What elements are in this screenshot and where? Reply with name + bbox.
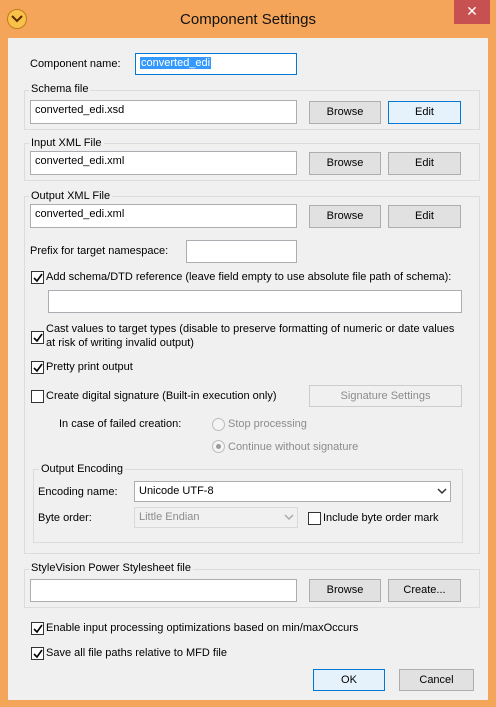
stop-processing-label: Stop processing <box>228 418 307 430</box>
save-relative-label: Save all file paths relative to MFD file <box>46 647 227 659</box>
component-name-input[interactable]: converted_edi <box>135 53 297 75</box>
include-bom-checkbox[interactable] <box>308 512 321 525</box>
prefix-label: Prefix for target namespace: <box>30 245 169 257</box>
output-encoding-label: Output Encoding <box>39 463 125 475</box>
cast-values-label-line1: Cast values to target types (disable to … <box>46 323 455 335</box>
ok-button[interactable]: OK <box>313 669 385 691</box>
cancel-button[interactable]: Cancel <box>399 669 474 691</box>
byte-order-label: Byte order: <box>38 512 92 524</box>
continue-without-signature-label: Continue without signature <box>228 441 359 453</box>
pretty-print-checkbox[interactable] <box>31 361 44 374</box>
encoding-name-label: Encoding name: <box>38 486 118 498</box>
pretty-print-label: Pretty print output <box>46 361 133 373</box>
output-browse-button[interactable]: Browse <box>309 205 381 228</box>
check-icon <box>33 333 43 343</box>
schema-file-label: Schema file <box>29 83 91 95</box>
input-xml-input[interactable]: converted_edi.xml <box>30 151 297 175</box>
component-name-label: Component name: <box>30 58 121 70</box>
close-icon[interactable]: ✕ <box>454 0 490 24</box>
prefix-input[interactable] <box>186 240 297 263</box>
check-icon <box>33 363 43 373</box>
stylevision-browse-button[interactable]: Browse <box>309 579 381 602</box>
add-schema-ref-checkbox[interactable] <box>31 271 44 284</box>
encoding-name-select[interactable]: Unicode UTF-8 <box>134 481 451 502</box>
enable-optimizations-checkbox[interactable] <box>31 622 44 635</box>
enable-optimizations-label: Enable input processing optimizations ba… <box>46 622 359 634</box>
output-edit-button[interactable]: Edit <box>388 205 461 228</box>
schema-file-input[interactable]: converted_edi.xsd <box>30 100 297 124</box>
byte-order-select[interactable]: Little Endian <box>134 507 298 528</box>
encoding-name-value: Unicode UTF-8 <box>139 485 214 497</box>
check-icon <box>33 624 43 634</box>
output-xml-input[interactable]: converted_edi.xml <box>30 204 297 228</box>
digital-signature-checkbox[interactable] <box>31 390 44 403</box>
dialog-title: Component Settings <box>180 11 316 28</box>
stylevision-label: StyleVision Power Stylesheet file <box>29 562 193 574</box>
stylevision-input[interactable] <box>30 579 297 602</box>
input-browse-button[interactable]: Browse <box>309 152 381 175</box>
check-icon <box>33 273 43 283</box>
dialog-window: Component Settings ✕ Component name: con… <box>0 0 496 707</box>
schema-ref-input[interactable] <box>48 290 462 313</box>
cast-values-label-line2: at risk of writing invalid output) <box>46 337 194 349</box>
chevron-down-icon <box>437 488 447 495</box>
signature-settings-button[interactable]: Signature Settings <box>309 385 462 407</box>
save-relative-checkbox[interactable] <box>31 647 44 660</box>
input-edit-button[interactable]: Edit <box>388 152 461 175</box>
schema-edit-button[interactable]: Edit <box>388 101 461 124</box>
component-name-value: converted_edi <box>140 57 212 69</box>
stylevision-create-button[interactable]: Create... <box>388 579 461 602</box>
digital-signature-label: Create digital signature (Built-in execu… <box>46 390 277 402</box>
dialog-body: Component name: converted_edi Schema fil… <box>8 38 488 700</box>
window-edge-right <box>489 38 496 707</box>
include-bom-label: Include byte order mark <box>323 512 439 524</box>
output-xml-label: Output XML File <box>29 190 113 202</box>
cast-values-checkbox[interactable] <box>31 331 44 344</box>
title-bar[interactable]: Component Settings ✕ <box>0 0 496 38</box>
continue-without-signature-radio[interactable] <box>212 440 225 453</box>
chevron-down-icon <box>284 514 294 521</box>
stop-processing-radio[interactable] <box>212 418 225 431</box>
failed-creation-label: In case of failed creation: <box>59 418 182 430</box>
schema-browse-button[interactable]: Browse <box>309 101 381 124</box>
byte-order-value: Little Endian <box>139 511 200 523</box>
input-xml-label: Input XML File <box>29 137 104 149</box>
add-schema-ref-label: Add schema/DTD reference (leave field em… <box>46 271 452 283</box>
check-icon <box>33 649 43 659</box>
